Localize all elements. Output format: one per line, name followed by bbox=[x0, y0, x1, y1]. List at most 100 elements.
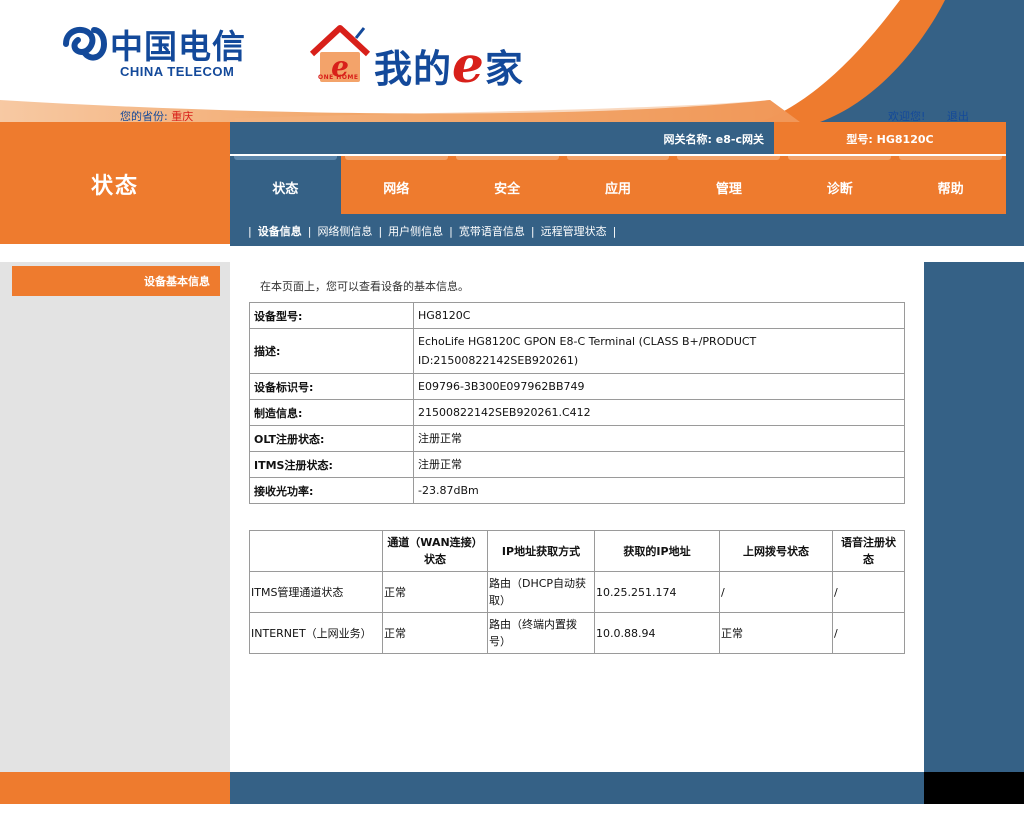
welcome-text: 欢迎您! bbox=[888, 110, 926, 122]
model-bar: 型号: HG8120C bbox=[774, 122, 1006, 154]
table-cell: / bbox=[719, 571, 833, 613]
subnav-separator: | bbox=[530, 225, 535, 238]
sub-navigation: | 设备信息 | 网络侧信息 | 用户侧信息 | 宽带语音信息 | 远程管理状态 | bbox=[230, 214, 1006, 246]
gateway-name-bar: 网关名称: e8-c网关 bbox=[230, 122, 774, 154]
my-e-home-logo: e ONE HOME 我的e家 bbox=[308, 24, 548, 94]
sidebar bbox=[0, 262, 230, 772]
info-key: 接收光功率: bbox=[249, 477, 414, 504]
info-value: 注册正常 bbox=[413, 425, 905, 452]
column-header: 语音注册状态 bbox=[832, 530, 905, 572]
right-edge-panel bbox=[924, 262, 1024, 772]
subnav-device-info[interactable]: 设备信息 bbox=[258, 225, 302, 238]
table-row: ITMS注册状态: 注册正常 bbox=[249, 451, 905, 478]
info-key: 设备标识号: bbox=[249, 373, 414, 400]
footer-right bbox=[924, 772, 1024, 804]
tab-management[interactable]: 管理 bbox=[673, 156, 784, 214]
china-telecom-logo-cn: 中国电信 bbox=[110, 27, 246, 66]
table-row: OLT注册状态: 注册正常 bbox=[249, 425, 905, 452]
tab-help[interactable]: 帮助 bbox=[895, 156, 1006, 214]
table-cell: / bbox=[832, 612, 905, 654]
sub-gap bbox=[230, 246, 1024, 262]
device-info-table: 设备型号: HG8120C 描述: EchoLife HG8120C GPON … bbox=[249, 302, 905, 504]
gateway-name-value: e8-c网关 bbox=[715, 133, 764, 146]
info-value: EchoLife HG8120C GPON E8-C Terminal (CLA… bbox=[413, 328, 905, 374]
footer-bottom-strip bbox=[0, 804, 1024, 816]
china-telecom-logo-en: CHINA TELECOM bbox=[120, 64, 235, 79]
info-key: OLT注册状态: bbox=[249, 425, 414, 452]
model-value: HG8120C bbox=[876, 133, 934, 146]
subnav-separator: | bbox=[612, 225, 617, 238]
footer-left bbox=[0, 772, 230, 804]
gateway-name: 网关名称: e8-c网关 bbox=[664, 131, 764, 147]
table-row: INTERNET（上网业务） 正常 路由（终端内置拨号） 10.0.88.94 … bbox=[249, 612, 905, 654]
table-cell: 路由（DHCP自动获取） bbox=[487, 571, 595, 613]
info-value: 注册正常 bbox=[413, 451, 905, 478]
table-cell: 10.0.88.94 bbox=[594, 612, 720, 654]
wan-status-table: 通道（WAN连接）状态 IP地址获取方式 获取的IP地址 上网拨号状态 语音注册… bbox=[249, 530, 905, 654]
my-e-home-text-suffix: 家 bbox=[484, 47, 524, 91]
subnav-separator: | bbox=[248, 225, 252, 238]
info-key: 制造信息: bbox=[249, 399, 414, 426]
table-row: 接收光功率: -23.87dBm bbox=[249, 477, 905, 504]
table-row: 描述: EchoLife HG8120C GPON E8-C Terminal … bbox=[249, 328, 905, 374]
table-row: 设备型号: HG8120C bbox=[249, 302, 905, 329]
table-cell: 路由（终端内置拨号） bbox=[487, 612, 595, 654]
main-tabs: 状态 网络 安全 应用 管理 诊断 帮助 bbox=[230, 156, 1006, 214]
tab-diagnosis[interactable]: 诊断 bbox=[784, 156, 895, 214]
province-info: 您的省份: 重庆 bbox=[120, 108, 193, 122]
gateway-name-label: 网关名称: bbox=[663, 133, 712, 146]
table-header-row: 通道（WAN连接）状态 IP地址获取方式 获取的IP地址 上网拨号状态 语音注册… bbox=[249, 530, 905, 572]
subnav-broadband-voice-info[interactable]: 宽带语音信息 bbox=[459, 225, 525, 238]
my-e-home-text-e: e bbox=[452, 35, 485, 94]
info-value: 21500822142SEB920261.C412 bbox=[413, 399, 905, 426]
table-cell: 10.25.251.174 bbox=[594, 571, 720, 613]
model-label: 型号: bbox=[846, 133, 873, 146]
info-key: 描述: bbox=[249, 328, 414, 374]
china-telecom-logo: 中国电信 CHINA TELECOM bbox=[60, 20, 250, 90]
table-cell: ITMS管理通道状态 bbox=[249, 571, 383, 613]
main-content: 在本页面上，您可以查看设备的基本信息。 设备型号: HG8120C 描述: Ec… bbox=[230, 262, 924, 772]
table-cell: 正常 bbox=[719, 612, 833, 654]
subnav-network-side-info[interactable]: 网络侧信息 bbox=[317, 225, 372, 238]
table-cell: 正常 bbox=[382, 571, 488, 613]
province-value: 重庆 bbox=[171, 110, 194, 122]
footer-center bbox=[230, 772, 924, 804]
column-header: IP地址获取方式 bbox=[487, 530, 595, 572]
column-header bbox=[249, 530, 383, 572]
subnav-separator: | bbox=[449, 225, 453, 238]
right-edge-top bbox=[1006, 122, 1024, 262]
table-cell: 正常 bbox=[382, 612, 488, 654]
tab-security[interactable]: 安全 bbox=[452, 156, 563, 214]
table-cell: INTERNET（上网业务） bbox=[249, 612, 383, 654]
sub-navigation-items: | 设备信息 | 网络侧信息 | 用户侧信息 | 宽带语音信息 | 远程管理状态 | bbox=[242, 223, 622, 239]
subnav-user-side-info[interactable]: 用户侧信息 bbox=[388, 225, 443, 238]
one-home-tag: ONE HOME bbox=[318, 74, 359, 81]
welcome-area: 欢迎您! 退出 bbox=[888, 108, 969, 122]
column-header: 上网拨号状态 bbox=[719, 530, 833, 572]
table-row: 设备标识号: E09796-3B300E097962BB749 bbox=[249, 373, 905, 400]
logout-link[interactable]: 退出 bbox=[947, 110, 969, 122]
page-title: 状态 bbox=[90, 174, 139, 199]
table-cell: / bbox=[832, 571, 905, 613]
table-row: ITMS管理通道状态 正常 路由（DHCP自动获取） 10.25.251.174… bbox=[249, 571, 905, 613]
info-value: -23.87dBm bbox=[413, 477, 905, 504]
province-label: 您的省份: bbox=[120, 110, 168, 122]
subnav-remote-management-status[interactable]: 远程管理状态 bbox=[541, 225, 607, 238]
my-e-home-text: 我的e家 bbox=[374, 38, 524, 93]
my-e-home-text-prefix: 我的 bbox=[374, 47, 453, 91]
header: 中国电信 CHINA TELECOM e ONE HOME 我的e家 您的省份:… bbox=[0, 0, 1024, 122]
left-gap bbox=[0, 244, 230, 262]
column-header: 获取的IP地址 bbox=[594, 530, 720, 572]
info-key: 设备型号: bbox=[249, 302, 414, 329]
tab-network[interactable]: 网络 bbox=[341, 156, 452, 214]
sidebar-item-device-basic-info[interactable]: 设备基本信息 bbox=[12, 266, 220, 296]
intro-text: 在本页面上，您可以查看设备的基本信息。 bbox=[260, 280, 469, 293]
tab-status[interactable]: 状态 bbox=[230, 156, 341, 214]
column-header: 通道（WAN连接）状态 bbox=[382, 530, 488, 572]
subnav-separator: | bbox=[307, 225, 312, 238]
tab-application[interactable]: 应用 bbox=[563, 156, 674, 214]
subnav-separator: | bbox=[378, 225, 383, 238]
model-info: 型号: HG8120C bbox=[774, 131, 1006, 147]
info-value: E09796-3B300E097962BB749 bbox=[413, 373, 905, 400]
china-telecom-mark-icon bbox=[63, 26, 108, 61]
